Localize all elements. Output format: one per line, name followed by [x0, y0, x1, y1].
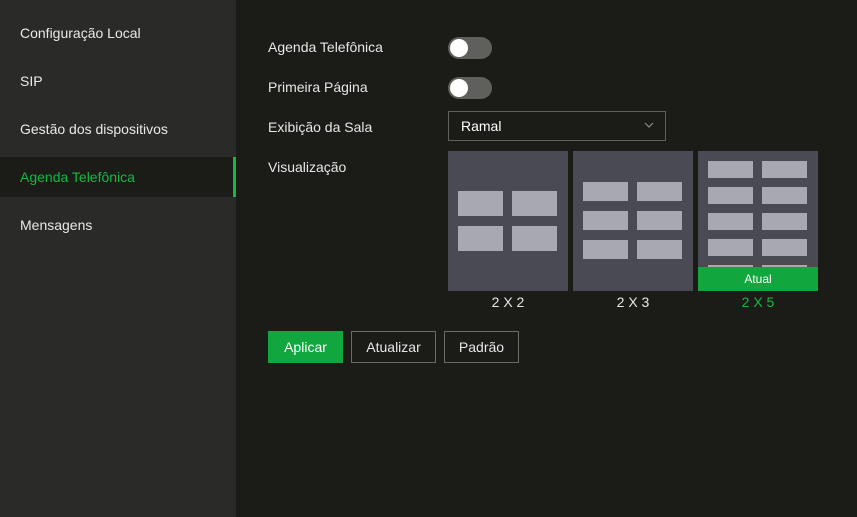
room-display-select[interactable]: Ramal — [448, 111, 666, 141]
phonebook-toggle[interactable] — [448, 37, 492, 59]
sidebar-item-sip[interactable]: SIP — [0, 61, 236, 101]
layout-cell — [583, 211, 628, 230]
layout-cell — [708, 239, 753, 256]
layout-option-2x5[interactable]: Atual — [698, 151, 818, 291]
sidebar: Configuração Local SIP Gestão dos dispos… — [0, 0, 236, 517]
sidebar-item-messages[interactable]: Mensagens — [0, 205, 236, 245]
layout-caption-2x5: 2 X 5 — [741, 294, 775, 310]
default-button[interactable]: Padrão — [444, 331, 519, 363]
layout-cell — [762, 161, 807, 178]
layout-cell — [583, 240, 628, 259]
room-display-value: Ramal — [461, 118, 502, 134]
first-page-label: Primeira Página — [268, 79, 368, 95]
layout-cell — [637, 240, 682, 259]
layout-caption-2x3: 2 X 3 — [616, 294, 650, 310]
toggle-knob — [450, 79, 468, 97]
sidebar-item-label: Gestão dos dispositivos — [20, 121, 168, 137]
layout-cell — [762, 239, 807, 256]
sidebar-item-local-config[interactable]: Configuração Local — [0, 13, 236, 53]
layout-cell — [458, 191, 503, 216]
layout-cell — [708, 187, 753, 204]
layout-cell — [637, 182, 682, 201]
layout-option-2x2[interactable] — [448, 151, 568, 291]
first-page-toggle[interactable] — [448, 77, 492, 99]
app-window: Configuração Local SIP Gestão dos dispos… — [0, 0, 857, 517]
layout-caption-2x2: 2 X 2 — [491, 294, 525, 310]
view-label: Visualização — [268, 159, 347, 175]
current-layout-badge: Atual — [698, 267, 818, 291]
toggle-knob — [450, 39, 468, 57]
sidebar-item-phonebook[interactable]: Agenda Telefônica — [0, 157, 236, 197]
sidebar-item-device-management[interactable]: Gestão dos dispositivos — [0, 109, 236, 149]
layout-cell — [583, 182, 628, 201]
layout-cell — [762, 187, 807, 204]
layout-cell — [708, 213, 753, 230]
chevron-down-icon — [644, 122, 654, 128]
main-panel: Agenda Telefônica Primeira Página Exibiç… — [236, 0, 857, 517]
sidebar-item-label: Mensagens — [20, 217, 93, 233]
layout-cell — [458, 226, 503, 251]
layout-cell — [512, 191, 557, 216]
sidebar-item-label: Configuração Local — [20, 25, 141, 41]
sidebar-item-label: SIP — [20, 73, 43, 89]
layout-cell — [708, 161, 753, 178]
apply-button[interactable]: Aplicar — [268, 331, 343, 363]
layout-cell — [512, 226, 557, 251]
phonebook-label: Agenda Telefônica — [268, 39, 383, 55]
layout-cell — [762, 213, 807, 230]
room-display-label: Exibição da Sala — [268, 119, 373, 135]
sidebar-item-label: Agenda Telefônica — [20, 169, 135, 185]
refresh-button[interactable]: Atualizar — [351, 331, 436, 363]
layout-option-2x3[interactable] — [573, 151, 693, 291]
layout-cell — [637, 211, 682, 230]
